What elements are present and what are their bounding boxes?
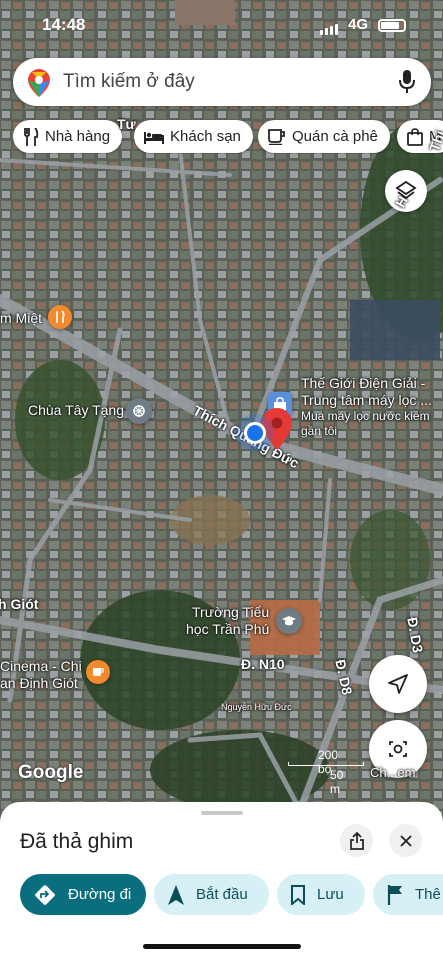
my-location-button[interactable]	[369, 655, 427, 713]
fork-knife-icon	[56, 311, 65, 323]
close-button[interactable]	[389, 824, 422, 857]
place-label-line: Trường Tiểu	[192, 604, 270, 620]
save-button[interactable]: Lưu	[277, 874, 365, 915]
scale-meters: 50 m	[330, 768, 344, 796]
place-label-miet: m Miệt	[0, 310, 42, 326]
sheet-drag-handle[interactable]	[201, 811, 243, 815]
search-bar[interactable]: Tìm kiếm ở đây	[13, 58, 431, 106]
place-label-line: Thế Giới Điện Giải -	[301, 375, 426, 391]
cinema-marker[interactable]	[86, 660, 110, 684]
place-label-cinema[interactable]: Cinema - Chi an Định Giót	[0, 658, 82, 692]
shopping-bag-icon	[407, 127, 423, 146]
restaurant-marker[interactable]	[48, 305, 72, 329]
street-n10: Đ. N10	[241, 656, 285, 672]
status-time: 14:48	[42, 15, 86, 34]
dharma-wheel-icon	[133, 405, 145, 417]
network-type: 4G	[348, 16, 369, 33]
place-label-truong[interactable]: Trường Tiểu học Trần Phú	[186, 604, 270, 638]
close-icon	[399, 834, 412, 847]
directions-icon	[35, 884, 55, 905]
map-view[interactable]: 14:48 4G Tìm kiếm ở đây Nhà hàng Khách s…	[0, 0, 443, 820]
place-label-line: an Định Giót	[0, 675, 78, 691]
temple-marker[interactable]	[126, 398, 152, 424]
fork-knife-icon	[24, 127, 39, 146]
start-button[interactable]: Bắt đầu	[154, 874, 269, 915]
chat-label: Ch...em	[370, 765, 416, 780]
bookmark-icon	[291, 884, 305, 905]
camera-search-icon	[389, 741, 407, 757]
bottom-sheet[interactable]: Đã thả ghim Đường đi Bắt đầu Lưu Thê	[0, 802, 443, 959]
status-bar: 14:48 4G	[0, 10, 443, 40]
microphone-icon[interactable]	[399, 70, 415, 94]
graduation-cap-icon	[282, 616, 296, 626]
street-label-tu: Tư	[117, 116, 136, 132]
google-logo: Google	[18, 762, 84, 783]
action-buttons: Đường đi Bắt đầu Lưu Thê	[20, 874, 443, 916]
share-icon	[349, 831, 364, 850]
directions-button[interactable]: Đường đi	[20, 874, 146, 915]
battery-icon	[378, 19, 406, 32]
place-label-the-gioi-dien-giai[interactable]: Thế Giới Điện Giải - Trung tâm máy lọc .…	[301, 375, 432, 439]
label-button[interactable]: Thê	[373, 874, 443, 915]
action-label: Bắt đầu	[196, 886, 248, 903]
signal-icon	[320, 20, 340, 40]
chip-label: Khách sạn	[170, 128, 241, 145]
place-label-line: học Trần Phú	[186, 621, 270, 637]
place-label-nguyen: Nguyễn Hữu Đức	[221, 702, 292, 712]
action-label: Thê	[415, 886, 441, 903]
place-label-line: Trung tâm máy lọc ...	[301, 392, 432, 408]
street-label-giot: h Giót	[0, 596, 39, 612]
google-maps-pin-icon	[28, 69, 50, 97]
scale-line	[288, 762, 364, 766]
place-label-chua[interactable]: Chùa Tây Tạng	[28, 402, 124, 418]
share-button[interactable]	[340, 824, 373, 857]
home-indicator[interactable]	[143, 944, 301, 949]
sheet-title: Đã thả ghim	[20, 830, 134, 853]
place-label-subtext: gần tôi	[301, 424, 338, 438]
chip-label: Nhà hàng	[45, 128, 111, 145]
coffee-cup-icon	[268, 128, 285, 145]
category-chips: Nhà hàng Khách sạn Quán cà phê M	[13, 120, 443, 154]
flag-icon	[387, 884, 402, 905]
dropped-pin-icon[interactable]	[262, 408, 292, 450]
navigation-arrow-icon	[168, 884, 184, 905]
action-label: Đường đi	[68, 886, 132, 903]
coffee-cup-icon	[93, 668, 104, 676]
chip-cafes[interactable]: Quán cà phê	[258, 120, 390, 153]
chip-hotels[interactable]: Khách sạn	[134, 120, 253, 153]
navigation-arrow-icon	[388, 674, 408, 694]
school-marker[interactable]	[276, 608, 302, 634]
place-label-line: Cinema - Chi	[0, 658, 82, 674]
search-input[interactable]: Tìm kiếm ở đây	[63, 71, 195, 93]
chip-restaurants[interactable]: Nhà hàng	[13, 120, 123, 153]
bed-icon	[144, 131, 164, 144]
current-location-dot	[244, 422, 266, 444]
place-label-subtext: Mua máy lọc nước kiềm	[301, 409, 430, 423]
action-label: Lưu	[317, 886, 344, 903]
chip-label: Quán cà phê	[292, 128, 378, 145]
